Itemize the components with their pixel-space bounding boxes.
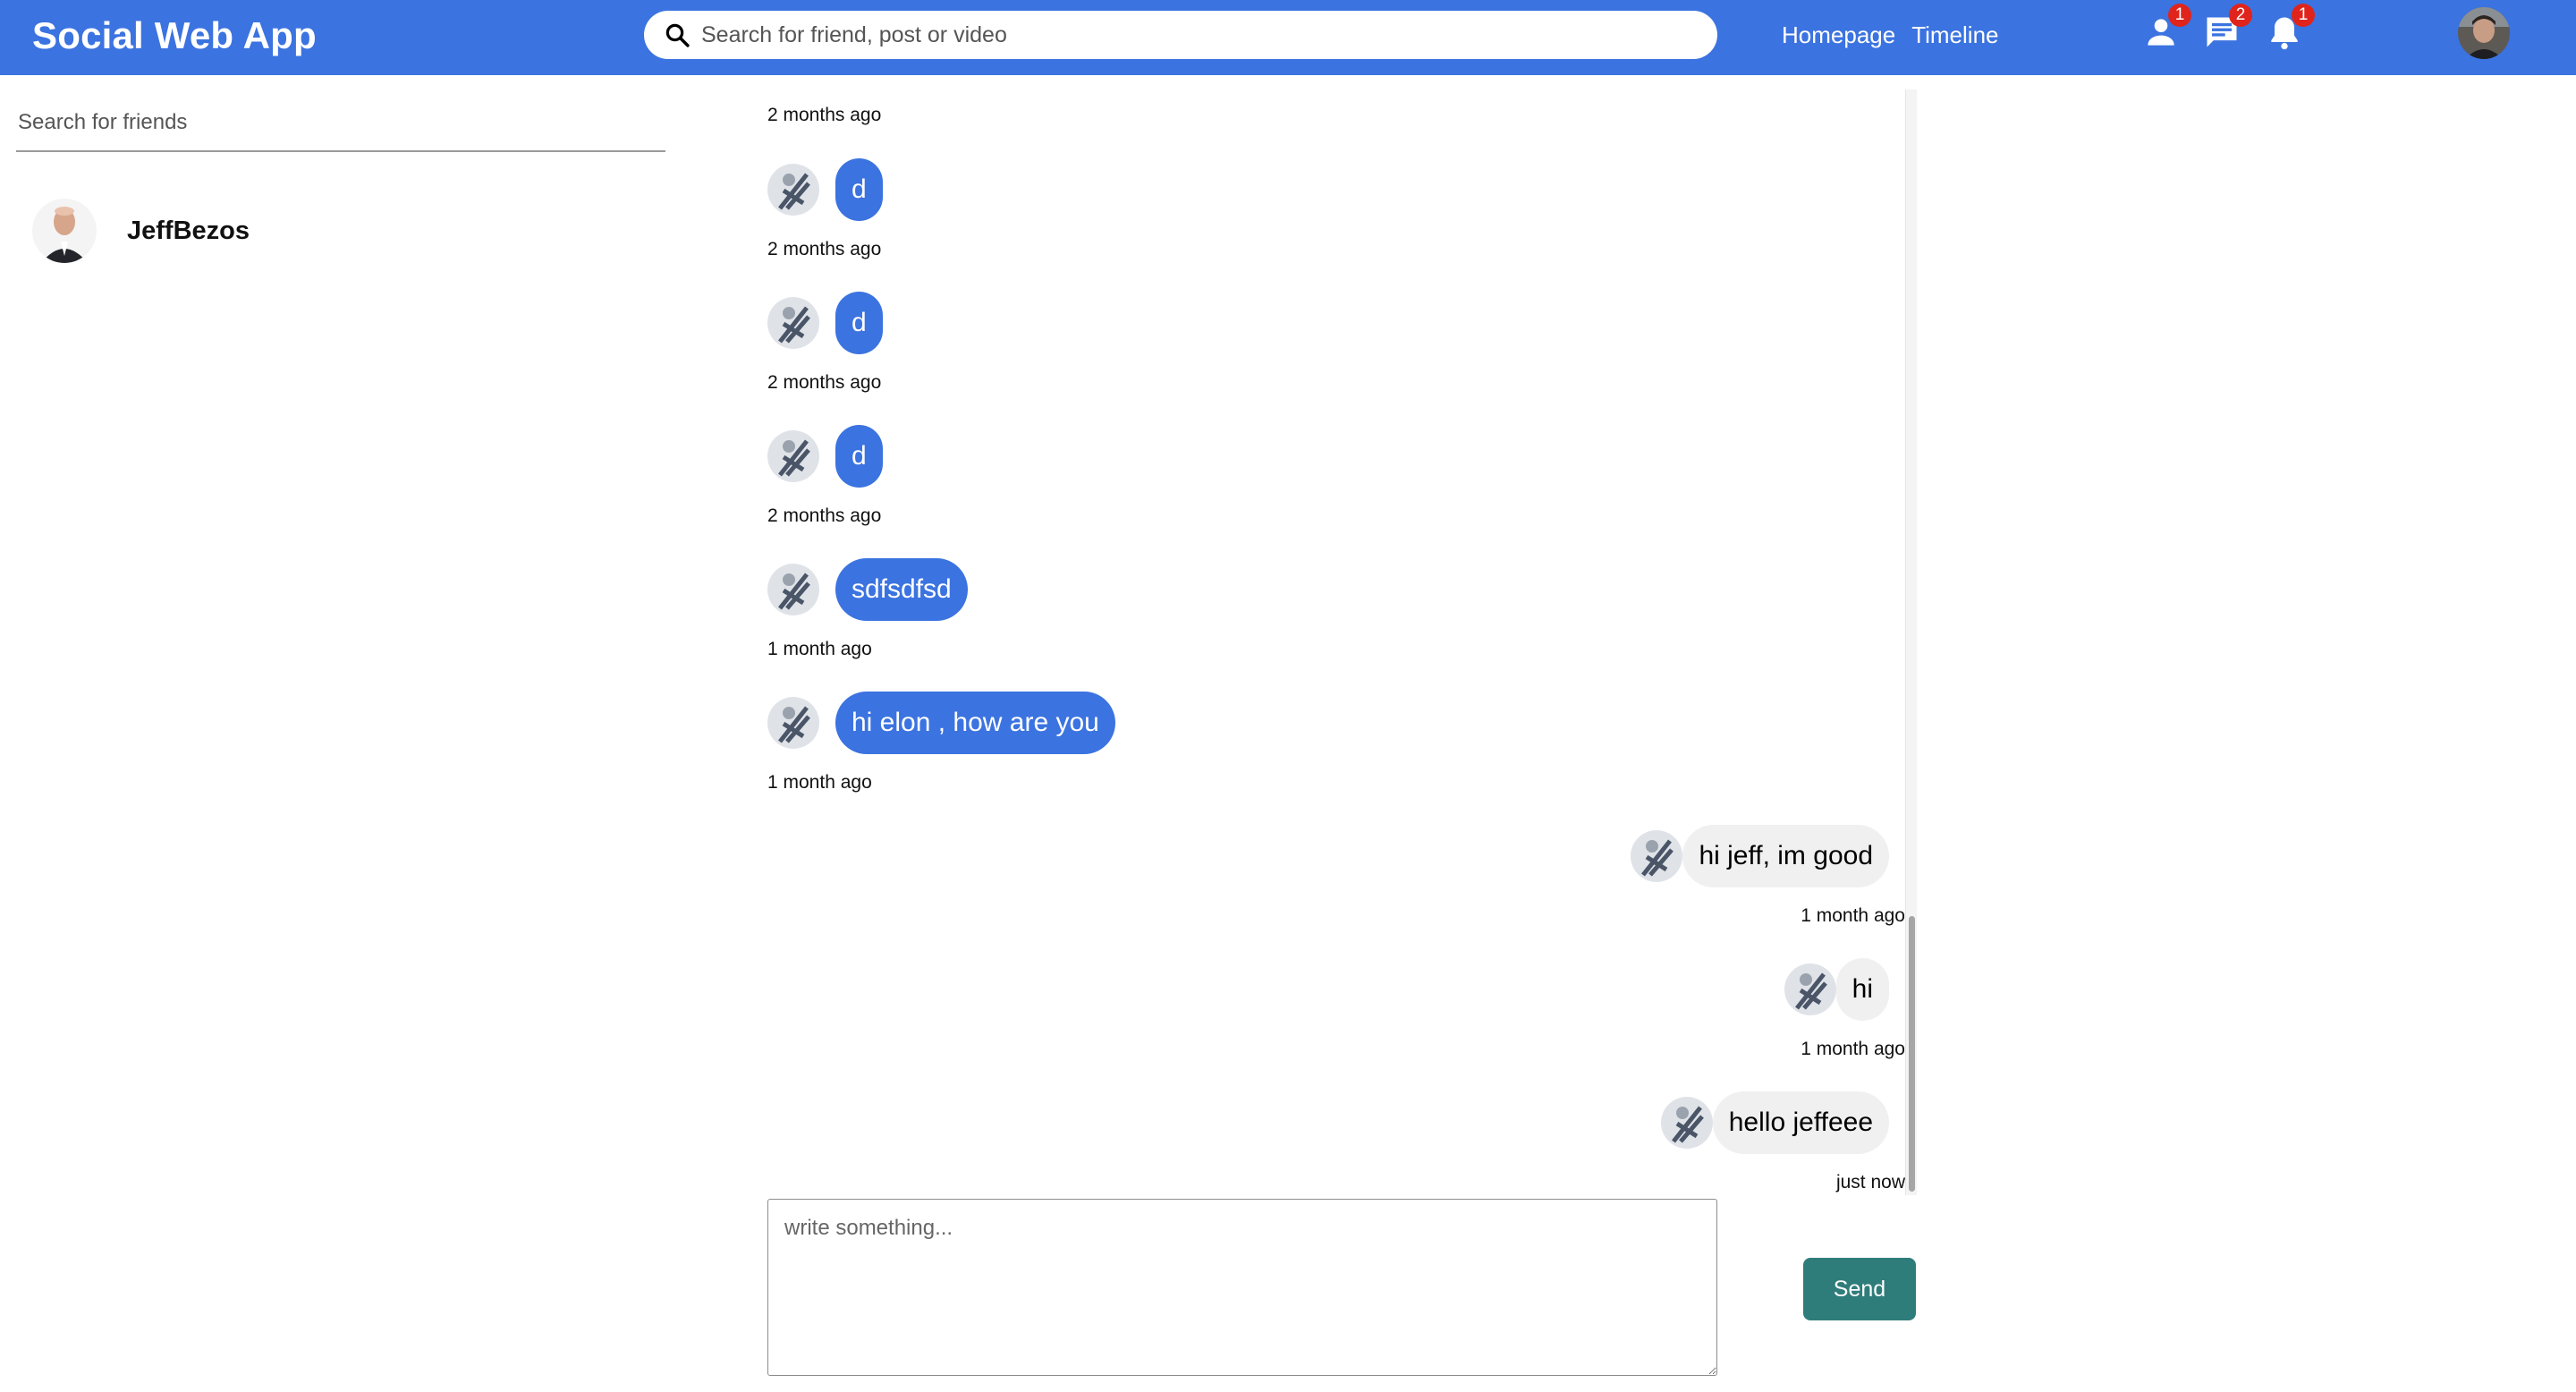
message-row: hi — [1784, 957, 1905, 1022]
global-search-input[interactable] — [699, 21, 1687, 49]
top-navbar: Social Web App Homepage Timeline 1 2 — [0, 0, 2576, 75]
message-row: sdfsdfsd — [767, 557, 968, 622]
message-timestamp: 1 month ago — [767, 772, 872, 793]
chat-scrollbar-thumb[interactable] — [1909, 916, 1915, 1192]
message-avatar — [1660, 1097, 1713, 1149]
message-timestamp: 2 months ago — [767, 372, 882, 393]
friend-item-jeffbezos[interactable]: JeffBezos — [32, 199, 408, 263]
message-bubble: hi elon , how are you — [835, 692, 1115, 754]
message-avatar — [767, 697, 819, 749]
friend-requests-badge: 1 — [2168, 4, 2191, 27]
message-avatar — [1631, 830, 1683, 882]
nav-timeline-link[interactable]: Timeline — [1911, 20, 1998, 50]
friend-name: JeffBezos — [127, 216, 250, 245]
messages-badge: 2 — [2229, 4, 2252, 27]
message-row: hi elon , how are you — [767, 691, 1115, 755]
message-avatar — [767, 297, 819, 349]
message-avatar — [1784, 963, 1836, 1015]
message-bubble: sdfsdfsd — [835, 558, 968, 621]
message-bubble: hi — [1835, 958, 1889, 1021]
message-bubble: hi jeff, im good — [1682, 825, 1889, 887]
message-bubble: hello jeffeee — [1712, 1091, 1889, 1154]
message-bubble: d — [835, 425, 883, 488]
message-bubble: d — [835, 292, 883, 354]
message-timestamp: 1 month ago — [1801, 1039, 1905, 1059]
message-bubble: d — [835, 158, 883, 221]
messages-button[interactable]: 2 — [2202, 4, 2252, 52]
friend-avatar — [32, 199, 97, 263]
message-timestamp: 2 months ago — [767, 505, 882, 526]
message-row: d — [767, 157, 883, 222]
send-button[interactable]: Send — [1803, 1258, 1916, 1320]
friend-requests-button[interactable]: 1 — [2141, 4, 2191, 52]
message-input[interactable] — [767, 1199, 1717, 1376]
nav-links: Homepage Timeline — [1782, 20, 1999, 50]
message-timestamp: 2 months ago — [767, 105, 882, 125]
friend-search-input[interactable] — [16, 95, 665, 152]
message-timestamp: just now — [1835, 1172, 1905, 1193]
search-icon — [665, 23, 690, 47]
nav-homepage-link[interactable]: Homepage — [1782, 20, 1895, 50]
message-row: hi jeff, im good — [1631, 824, 1905, 888]
message-avatar — [767, 430, 819, 482]
message-row: d — [767, 291, 883, 355]
profile-avatar-image — [2458, 7, 2510, 59]
app-logo[interactable]: Social Web App — [32, 13, 317, 59]
message-avatar — [767, 564, 819, 615]
message-avatar — [767, 164, 819, 216]
message-timestamp: 2 months ago — [767, 239, 882, 259]
message-row: hello jeffeee — [1660, 1091, 1905, 1155]
message-timestamp: 1 month ago — [767, 639, 872, 659]
notifications-button[interactable]: 1 — [2265, 4, 2315, 52]
profile-avatar[interactable] — [2458, 7, 2510, 59]
message-timestamp: 1 month ago — [1801, 905, 1905, 926]
global-search-bar[interactable] — [644, 11, 1717, 59]
notifications-badge: 1 — [2292, 4, 2315, 27]
message-row: d — [767, 424, 883, 488]
chat-messages[interactable]: 2 months ago d 2 months ago d 2 months a… — [767, 89, 1905, 1195]
